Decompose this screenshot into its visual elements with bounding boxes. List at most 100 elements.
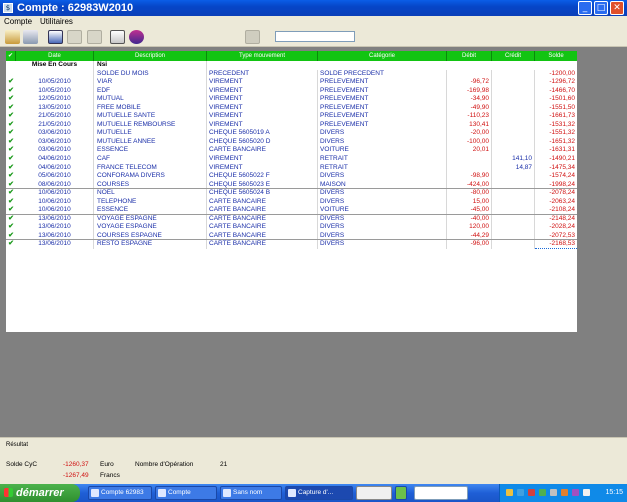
summary-panel: Résultat Solde CyC -1260,37 Euro -1267,4… [0, 437, 627, 484]
row-check-icon[interactable]: ✔ [6, 112, 16, 121]
tray-icon-7[interactable] [572, 489, 579, 496]
tray-icon-2[interactable] [517, 489, 524, 496]
row-debit [447, 69, 492, 79]
row-credit [492, 95, 535, 104]
volume-icon[interactable] [583, 489, 590, 496]
table-icon[interactable] [48, 30, 63, 44]
row-description: FREE MOBILE [94, 103, 207, 113]
row-category: DIVERS [318, 231, 447, 240]
col-description[interactable]: Description [94, 51, 207, 61]
row-check-icon[interactable]: ✔ [6, 155, 16, 164]
minimize-button[interactable]: _ [578, 1, 592, 15]
row-date: 03/06/2010 [16, 137, 94, 147]
row-check-icon[interactable]: ✔ [6, 189, 16, 198]
table-row[interactable]: ✔ 13/06/2010 RESTO ESPAGNE CARTE BANCAIRE DI… [6, 240, 577, 250]
taskbar-address-input[interactable] [414, 486, 468, 500]
col-check[interactable]: ✔ [6, 51, 16, 61]
row-category: PRELEVEMENT [318, 103, 447, 113]
row-check-icon[interactable]: ✔ [6, 138, 16, 147]
row-description: ESSENCE [94, 146, 207, 156]
menu-utilitaires[interactable]: Utilitaires [40, 16, 73, 27]
maximize-button[interactable]: □ [594, 1, 608, 15]
row-solde: -1475,34 [549, 163, 575, 171]
row-check-icon[interactable]: ✔ [6, 223, 16, 232]
row-check-icon[interactable]: ✔ [6, 240, 16, 249]
row-check-icon[interactable]: ✔ [6, 146, 16, 155]
row-check-icon[interactable]: ✔ [6, 78, 16, 87]
table-row[interactable]: ✔ 10/06/2010 ESSENCE CARTE BANCAIRE VOITURE -… [6, 206, 577, 215]
table-row[interactable]: ✔ 21/05/2010 MUTUELLE REMBOURSE VIREMENT PRE… [6, 120, 577, 130]
table-row[interactable]: ✔ 03/06/2010 MUTUELLE ANNEE CHEQUE 5605020 … [6, 137, 577, 147]
row-check-icon[interactable]: ✔ [6, 206, 16, 214]
row-check-icon[interactable]: ✔ [6, 232, 16, 240]
tray-icon-1[interactable] [506, 489, 513, 496]
row-check-icon[interactable]: ✔ [6, 121, 16, 130]
tray-icon-4[interactable] [539, 489, 546, 496]
table-row[interactable]: ✔ 04/06/2010 FRANCE TELECOM VIREMENT RETRAIT… [6, 163, 577, 173]
table-row[interactable]: ✔ 13/06/2010 COURSES ESPAGNE CARTE BANCAIRE… [6, 231, 577, 241]
row-check-icon[interactable]: ✔ [6, 95, 16, 104]
row-check-icon[interactable]: ✔ [6, 164, 16, 173]
print-icon[interactable] [23, 30, 38, 44]
row-check-icon[interactable]: ✔ [6, 104, 16, 113]
color-tool-icon[interactable] [129, 30, 144, 44]
task-mini-window[interactable] [356, 486, 392, 500]
task-compte[interactable]: Compte [155, 486, 217, 500]
tray-icon-3[interactable] [528, 489, 535, 496]
row-check-icon[interactable]: ✔ [6, 87, 16, 96]
table-row[interactable]: ✔ 10/05/2010 VIAR VIREMENT PRELEVEMENT -96,72… [6, 78, 577, 87]
col-credit[interactable]: Crédit [492, 51, 535, 61]
task-capture[interactable]: Capture d'... [285, 486, 353, 500]
row-check-icon[interactable]: ✔ [6, 172, 16, 181]
table-row[interactable]: SOLDE DU MOIS PRECEDENT SOLDE PRECEDENT -12… [6, 69, 577, 79]
start-button[interactable]: démarrer [0, 484, 80, 502]
summary-label: Résultat [6, 442, 29, 448]
tray-icon-5[interactable] [550, 489, 557, 496]
row-check-icon[interactable]: ✔ [6, 215, 16, 224]
search-input[interactable] [275, 31, 355, 42]
table-row[interactable]: ✔ 21/05/2010 MUTUELLE SANTE VIREMENT PRELEVE… [6, 112, 577, 121]
tray-icon-6[interactable] [561, 489, 568, 496]
table-row[interactable]: ✔ 10/06/2010 NOEL CHEQUE 5605024 B DIVERS -80… [6, 189, 577, 198]
row-description: MUTUELLE REMBOURSE [94, 120, 207, 130]
table-row[interactable]: ✔ 12/05/2010 MUTUAL VIREMENT PRELEVEMENT -34,… [6, 95, 577, 104]
table-row[interactable]: ✔ 03/06/2010 ESSENCE CARTE BANCAIRE VOITURE 2… [6, 146, 577, 156]
open-book-icon[interactable] [5, 30, 20, 44]
row-check-icon[interactable]: ✔ [6, 129, 16, 138]
app-icon [288, 489, 296, 497]
col-debit[interactable]: Débit [447, 51, 492, 61]
table-row[interactable]: ✔ 03/06/2010 MUTUELLE CHEQUE 5605019 A DIVER… [6, 129, 577, 138]
calendar-icon[interactable] [110, 30, 125, 44]
close-button[interactable]: ✕ [610, 1, 624, 15]
row-date: 08/06/2010 [16, 180, 94, 189]
table-row[interactable]: ✔ 13/05/2010 FREE MOBILE VIREMENT PRELEVEMEN… [6, 103, 577, 113]
menu-compte[interactable]: Compte [4, 16, 32, 27]
ops-count-label: Nombre d'Opération [135, 461, 194, 468]
col-category[interactable]: Catégorie [318, 51, 447, 61]
table-row[interactable]: ✔ 10/05/2010 EDF VIREMENT PRELEVEMENT -169,98… [6, 86, 577, 96]
row-check-icon[interactable]: ✔ [6, 198, 16, 207]
table-row[interactable]: ✔ 10/06/2010 TELEPHONE CARTE BANCAIRE DIVERS… [6, 197, 577, 207]
row-category: PRELEVEMENT [318, 78, 447, 87]
row-date: 03/06/2010 [16, 129, 94, 138]
col-date[interactable]: Date [16, 51, 94, 61]
row-credit [492, 78, 535, 87]
row-date: 05/06/2010 [16, 172, 94, 181]
row-debit: -169,98 [447, 86, 492, 96]
table-row[interactable]: ✔ 05/06/2010 CONFORAMA DIVERS CHEQUE 560502… [6, 172, 577, 181]
row-description: CONFORAMA DIVERS [94, 172, 207, 181]
table-row[interactable]: ✔ 04/06/2010 CAF VIREMENT RETRAIT 141,10 -1490… [6, 155, 577, 164]
table-row[interactable]: ✔ 13/06/2010 VOYAGE ESPAGNE CARTE BANCAIRE D… [6, 223, 577, 232]
col-solde[interactable]: Solde [535, 51, 577, 61]
row-check-icon[interactable] [6, 70, 16, 79]
table-row[interactable]: ✔ 08/06/2010 COURSES CHEQUE 5605023 E MAISON… [6, 180, 577, 190]
row-date: 12/05/2010 [16, 95, 94, 104]
row-check-icon[interactable]: ✔ [6, 181, 16, 189]
row-category: SOLDE PRECEDENT [318, 69, 447, 79]
col-type[interactable]: Type mouvement [207, 51, 318, 61]
task-green-icon[interactable] [395, 486, 407, 500]
row-category: PRELEVEMENT [318, 86, 447, 96]
table-row[interactable]: ✔ 13/06/2010 VOYAGE ESPAGNE CARTE BANCAIRE D… [6, 214, 577, 224]
task-sans-nom[interactable]: Sans nom [220, 486, 282, 500]
task-compte-62983[interactable]: Compte 62983 [88, 486, 152, 500]
